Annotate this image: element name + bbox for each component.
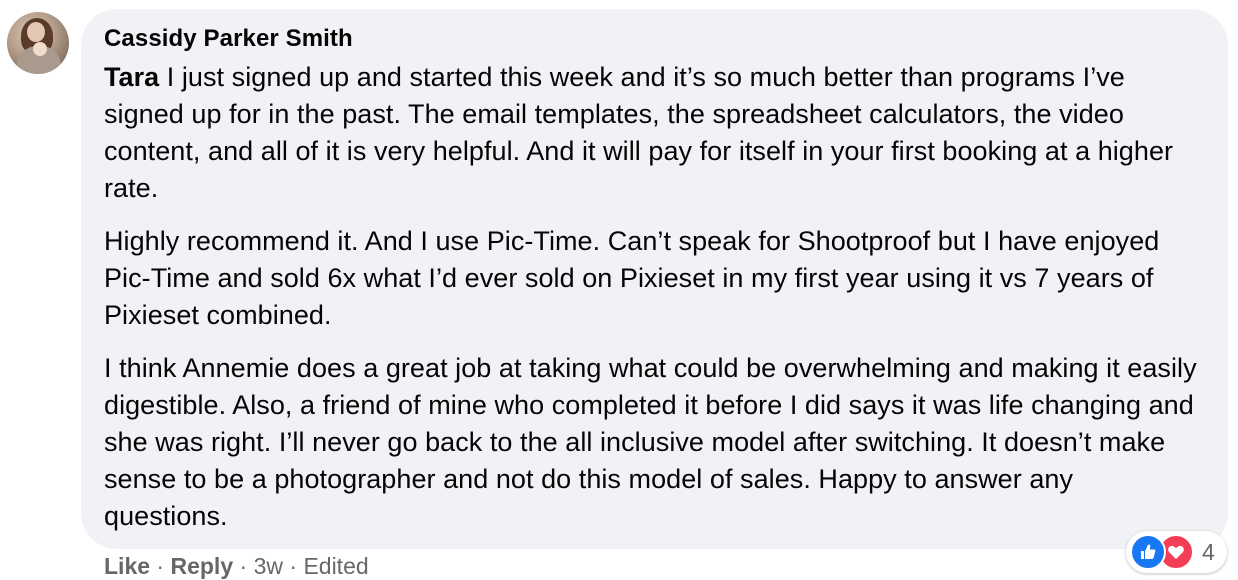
comment-actions: Like · Reply · 3w · Edited <box>104 551 369 580</box>
reaction-count: 4 <box>1202 538 1215 565</box>
comment-paragraph-1: Tara I just signed up and started this w… <box>104 59 1204 207</box>
separator: · <box>150 553 171 579</box>
like-icon <box>1130 534 1166 570</box>
comment-paragraph-2: Highly recommend it. And I use Pic-Time.… <box>104 226 1160 330</box>
avatar[interactable] <box>7 12 69 74</box>
mention-link[interactable]: Tara <box>104 62 159 92</box>
reply-button[interactable]: Reply <box>170 553 233 579</box>
like-button[interactable]: Like <box>104 553 150 579</box>
comment-thread: Cassidy Parker Smith Tara I just signed … <box>0 0 1238 580</box>
reactions-summary[interactable]: 4 <box>1126 531 1227 573</box>
separator: · <box>282 553 304 579</box>
comment-time[interactable]: 3w <box>254 553 283 579</box>
edited-label[interactable]: Edited <box>303 553 368 579</box>
comment-author[interactable]: Cassidy Parker Smith <box>104 23 1204 55</box>
separator: · <box>233 553 254 579</box>
comment-paragraph-3: I think Annemie does a great job at taki… <box>104 353 1197 531</box>
comment-bubble: Cassidy Parker Smith Tara I just signed … <box>81 9 1228 549</box>
comment-paragraph-1-text: I just signed up and started this week a… <box>104 62 1174 203</box>
